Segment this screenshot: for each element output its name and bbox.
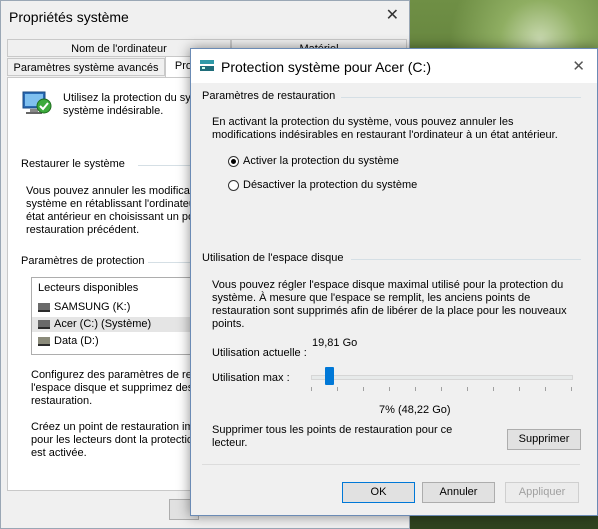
config-text-2: l'espace disque et supprimez des p bbox=[31, 382, 203, 394]
protection-dialog: Protection système pour Acer (C:) ✕ Para… bbox=[190, 48, 598, 516]
restore-section-label: Paramètres de restauration bbox=[202, 90, 336, 102]
restore-desc-1: En activant la protection du système, vo… bbox=[212, 116, 514, 128]
divider bbox=[341, 97, 581, 98]
slider-tick bbox=[337, 387, 338, 391]
dialog-title: Protection système pour Acer (C:) bbox=[221, 59, 432, 75]
restore-desc-2: modifications indésirables en restaurant… bbox=[212, 129, 558, 141]
system-protection-icon bbox=[22, 91, 52, 114]
max-usage-label: Utilisation max : bbox=[212, 372, 290, 384]
list-item[interactable]: SAMSUNG (K:) bbox=[38, 300, 130, 315]
slider-tick bbox=[467, 387, 468, 391]
tab-advanced[interactable]: Paramètres système avancés bbox=[7, 58, 165, 76]
disk-desc-4: points. bbox=[212, 318, 245, 330]
restore-text-2: système en rétablissant l'ordinateur bbox=[26, 198, 199, 210]
radio-enable-protection[interactable] bbox=[228, 156, 239, 167]
close-icon[interactable]: ✕ bbox=[572, 57, 585, 75]
slider-tick bbox=[389, 387, 390, 391]
close-icon[interactable]: ✕ bbox=[386, 5, 399, 25]
divider bbox=[202, 464, 580, 465]
delete-text-1: Supprimer tous les points de restauratio… bbox=[212, 424, 453, 436]
config-text-1: Configurez des paramètres de resta bbox=[31, 369, 207, 381]
divider bbox=[351, 259, 581, 260]
slider-tick bbox=[545, 387, 546, 391]
restore-text-3: état antérieur en choisissant un poin bbox=[26, 211, 203, 223]
create-text-2: pour les lecteurs dont la protection bbox=[31, 434, 200, 446]
slider-tick bbox=[571, 387, 572, 391]
disk-desc-1: Vous pouvez régler l'espace disque maxim… bbox=[212, 279, 564, 291]
radio-disable-label[interactable]: Désactiver la protection du système bbox=[243, 178, 417, 192]
system-protection-icon bbox=[200, 60, 214, 71]
window-title: Propriétés système bbox=[9, 9, 129, 25]
list-header: Lecteurs disponibles bbox=[38, 282, 139, 294]
slider-tick bbox=[519, 387, 520, 391]
drives-list[interactable]: Lecteurs disponibles SAMSUNG (K:) Acer (… bbox=[31, 277, 211, 355]
drive-icon bbox=[38, 302, 50, 312]
current-usage-value: 19,81 Go bbox=[312, 337, 358, 349]
slider-tick bbox=[311, 387, 312, 391]
protection-group-label: Paramètres de protection bbox=[21, 255, 145, 267]
intro-text-2: système indésirable. bbox=[63, 105, 164, 117]
radio-enable-label[interactable]: Activer la protection du système bbox=[243, 154, 399, 168]
current-usage-label: Utilisation actuelle : bbox=[212, 347, 307, 359]
create-text-3: est activée. bbox=[31, 447, 87, 459]
radio-disable-protection[interactable] bbox=[228, 180, 239, 191]
slider-tick bbox=[441, 387, 442, 391]
slider-tick bbox=[493, 387, 494, 391]
restore-text-1: Vous pouvez annuler les modificati bbox=[26, 185, 196, 197]
dialog-titlebar: Protection système pour Acer (C:) ✕ bbox=[191, 49, 597, 83]
max-usage-slider-thumb[interactable] bbox=[325, 367, 335, 385]
create-text-1: Créez un point de restauration imm bbox=[31, 421, 203, 433]
list-item[interactable]: Data (D:) bbox=[38, 334, 99, 349]
max-usage-value: 7% (48,22 Go) bbox=[379, 404, 451, 416]
delete-button[interactable]: Supprimer bbox=[507, 429, 581, 450]
ok-button[interactable]: OK bbox=[342, 482, 415, 503]
restore-text-4: restauration précédent. bbox=[26, 224, 140, 236]
config-text-3: restauration. bbox=[31, 395, 93, 407]
disk-desc-3: restauration sont supprimés afin de libé… bbox=[212, 305, 567, 317]
max-usage-slider-track[interactable] bbox=[311, 375, 573, 380]
restore-group-label: Restaurer le système bbox=[21, 158, 125, 170]
delete-text-2: lecteur. bbox=[212, 437, 248, 449]
slider-tick bbox=[363, 387, 364, 391]
cancel-button[interactable]: Annuler bbox=[422, 482, 495, 503]
intro-text-1: Utilisez la protection du sys bbox=[63, 92, 197, 104]
drive-icon bbox=[38, 336, 50, 346]
slider-tick bbox=[415, 387, 416, 391]
apply-button[interactable]: Appliquer bbox=[505, 482, 579, 503]
drive-icon bbox=[38, 319, 50, 329]
disk-section-label: Utilisation de l'espace disque bbox=[202, 252, 344, 264]
list-item[interactable]: Acer (C:) (Système) bbox=[32, 317, 210, 332]
disk-desc-2: système. À mesure que l'espace se rempli… bbox=[212, 292, 531, 304]
